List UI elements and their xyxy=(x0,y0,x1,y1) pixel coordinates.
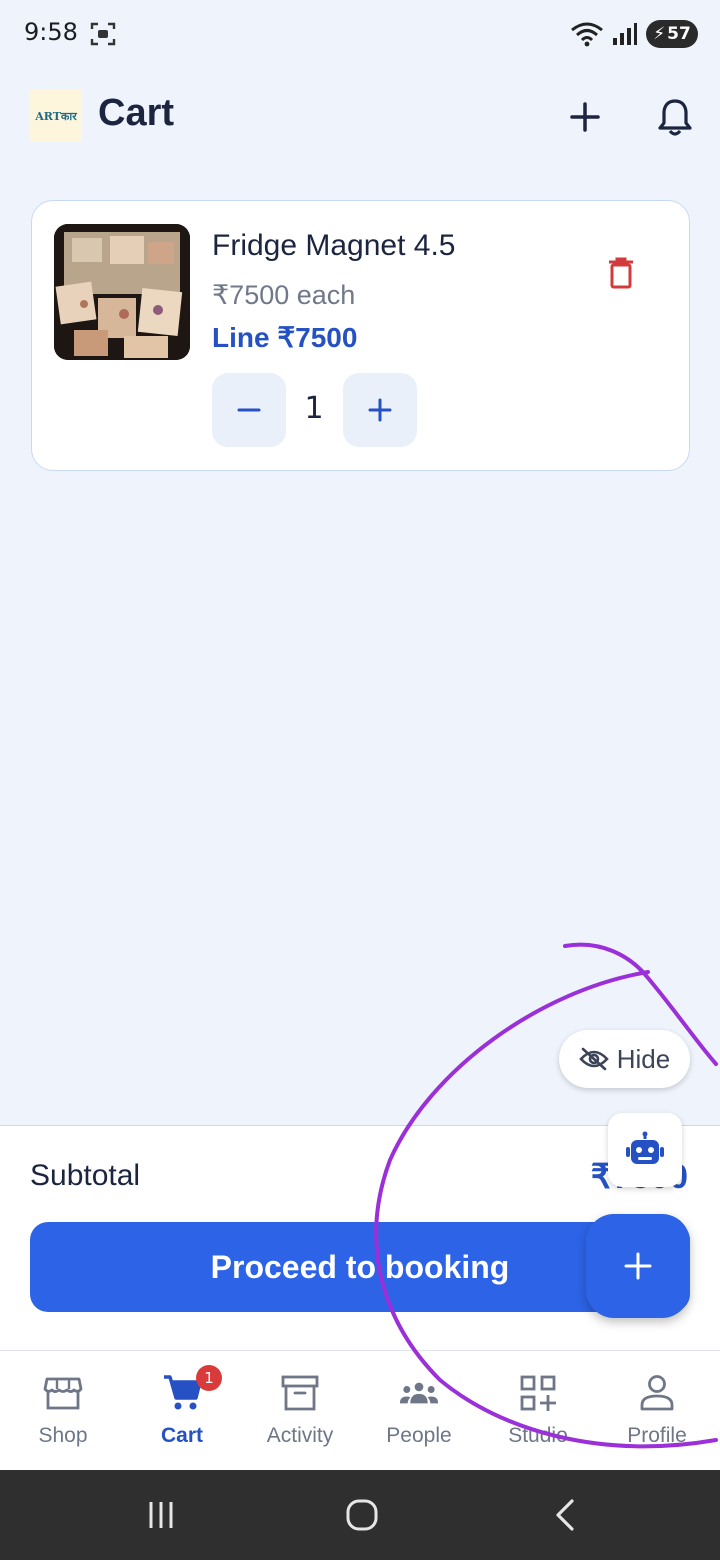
signal-icon xyxy=(613,23,637,45)
plus-icon xyxy=(368,398,392,422)
app-header: ARTकार Cart xyxy=(0,80,720,160)
brand-logo[interactable]: ARTकार xyxy=(30,90,82,142)
recent-apps-icon xyxy=(149,1502,173,1528)
nav-studio-label: Studio xyxy=(508,1424,568,1447)
home-icon xyxy=(346,1499,378,1531)
assistant-bot-button[interactable] xyxy=(608,1113,682,1187)
nav-people-label: People xyxy=(386,1424,452,1447)
nav-activity-label: Activity xyxy=(266,1424,334,1447)
add-button[interactable] xyxy=(560,92,610,142)
increase-quantity-button[interactable] xyxy=(343,373,417,447)
cart-item-card: Fridge Magnet 4.5 ₹7500 each Line ₹7500 … xyxy=(31,200,690,471)
minus-icon xyxy=(237,408,261,412)
nav-studio[interactable]: Studio xyxy=(478,1351,598,1471)
bottom-nav: Shop 1 Cart Activity People Studio Profi… xyxy=(0,1350,720,1470)
notifications-button[interactable] xyxy=(650,92,700,142)
nav-cart[interactable]: 1 Cart xyxy=(122,1351,242,1471)
screen-record-icon xyxy=(90,22,116,46)
back-button[interactable] xyxy=(540,1495,590,1535)
home-button[interactable] xyxy=(337,1495,387,1535)
charging-icon: ⚡ xyxy=(653,24,666,44)
eye-off-icon xyxy=(578,1047,609,1071)
trash-icon xyxy=(609,257,633,289)
back-icon xyxy=(556,1499,574,1531)
quantity-value: 1 xyxy=(304,391,324,426)
plus-icon xyxy=(624,1252,652,1280)
nav-profile-label: Profile xyxy=(627,1424,687,1447)
status-icons: ⚡ 57 xyxy=(570,18,698,50)
battery-level: 57 xyxy=(667,24,691,44)
product-name: Fridge Magnet 4.5 xyxy=(212,229,456,262)
decrease-quantity-button[interactable] xyxy=(212,373,286,447)
product-image[interactable] xyxy=(54,224,190,360)
robot-icon xyxy=(626,1131,664,1164)
floating-add-button[interactable] xyxy=(586,1214,690,1318)
storefront-icon xyxy=(43,1377,83,1410)
cart-count-badge: 1 xyxy=(196,1365,222,1391)
hide-label: Hide xyxy=(616,1043,671,1074)
battery-indicator: ⚡ 57 xyxy=(646,20,698,48)
wifi-icon xyxy=(571,22,603,47)
hide-assistant-button[interactable]: Hide xyxy=(559,1030,690,1088)
nav-activity[interactable]: Activity xyxy=(240,1351,360,1471)
page-title: Cart xyxy=(98,92,175,134)
subtotal-label: Subtotal xyxy=(30,1159,141,1192)
nav-cart-label: Cart xyxy=(160,1424,203,1447)
recent-apps-button[interactable] xyxy=(136,1495,186,1535)
nav-shop-label: Shop xyxy=(38,1424,88,1447)
plus-icon xyxy=(570,102,600,132)
nav-profile[interactable]: Profile xyxy=(597,1351,717,1471)
product-unit-price: ₹7500 each xyxy=(212,280,356,310)
grid-add-icon xyxy=(520,1375,556,1411)
system-navigation-bar xyxy=(0,1470,720,1560)
people-icon xyxy=(399,1382,439,1404)
status-bar: 9:58 ⚡ 57 xyxy=(0,0,720,70)
archive-icon xyxy=(281,1375,319,1411)
delete-item-button[interactable] xyxy=(597,249,645,297)
nav-shop[interactable]: Shop xyxy=(3,1351,123,1471)
status-time: 9:58 xyxy=(24,18,78,46)
bell-icon xyxy=(658,99,692,136)
person-icon xyxy=(640,1375,674,1411)
nav-people[interactable]: People xyxy=(359,1351,479,1471)
product-line-total: Line ₹7500 xyxy=(212,322,358,353)
